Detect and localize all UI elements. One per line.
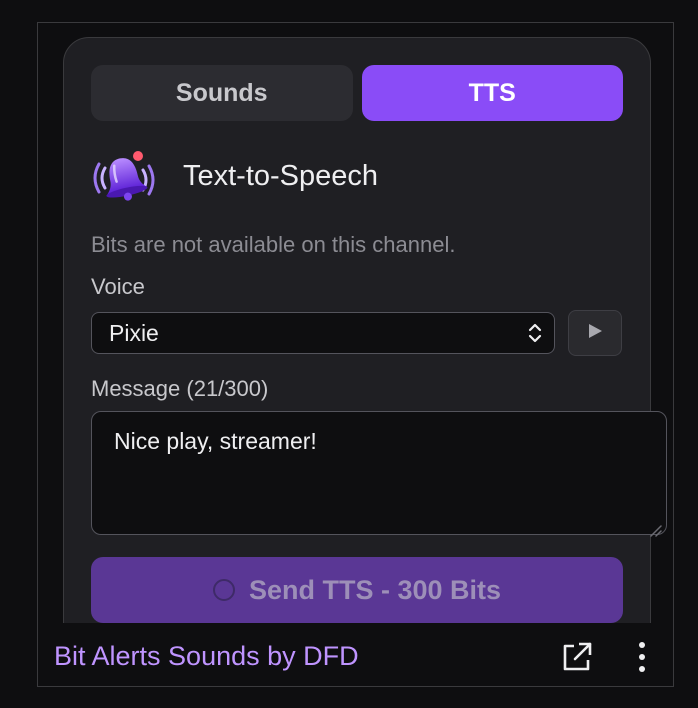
preview-voice-button[interactable]	[568, 310, 622, 356]
resize-handle-icon[interactable]	[648, 516, 662, 537]
extension-frame: Sounds TTS Text-to-Speech Bits are not a…	[37, 22, 674, 687]
voice-select-value: Pixie	[109, 319, 159, 346]
play-icon	[587, 323, 603, 344]
voice-select[interactable]: Pixie	[91, 312, 555, 354]
voice-label: Voice	[91, 274, 145, 299]
extension-name-link[interactable]: Bit Alerts Sounds by DFD	[54, 641, 359, 672]
extension-footer: Bit Alerts Sounds by DFD	[38, 623, 673, 686]
tab-bar: Sounds TTS	[91, 65, 623, 121]
popout-icon[interactable]	[560, 640, 594, 674]
bell-icon	[91, 146, 157, 206]
message-label: Message (21/300)	[91, 376, 269, 401]
kebab-menu-icon[interactable]	[632, 640, 652, 674]
tab-tts[interactable]: TTS	[361, 65, 623, 121]
tts-card: Sounds TTS Text-to-Speech Bits are not a…	[63, 37, 667, 686]
send-tts-label: Send TTS - 300 Bits	[248, 574, 502, 605]
chevron-up-down-icon	[528, 320, 542, 346]
loading-spinner-icon	[212, 579, 235, 601]
message-input[interactable]: Nice play, streamer!	[91, 411, 667, 537]
tab-sounds[interactable]: Sounds	[91, 65, 353, 121]
panel-title: Text-to-Speech	[183, 159, 379, 192]
message-input-value: Nice play, streamer!	[114, 428, 317, 454]
send-tts-button[interactable]: Send TTS - 300 Bits	[91, 557, 623, 623]
panel-header: Text-to-Speech	[91, 146, 378, 206]
bits-unavailable-notice: Bits are not available on this channel.	[91, 232, 456, 257]
